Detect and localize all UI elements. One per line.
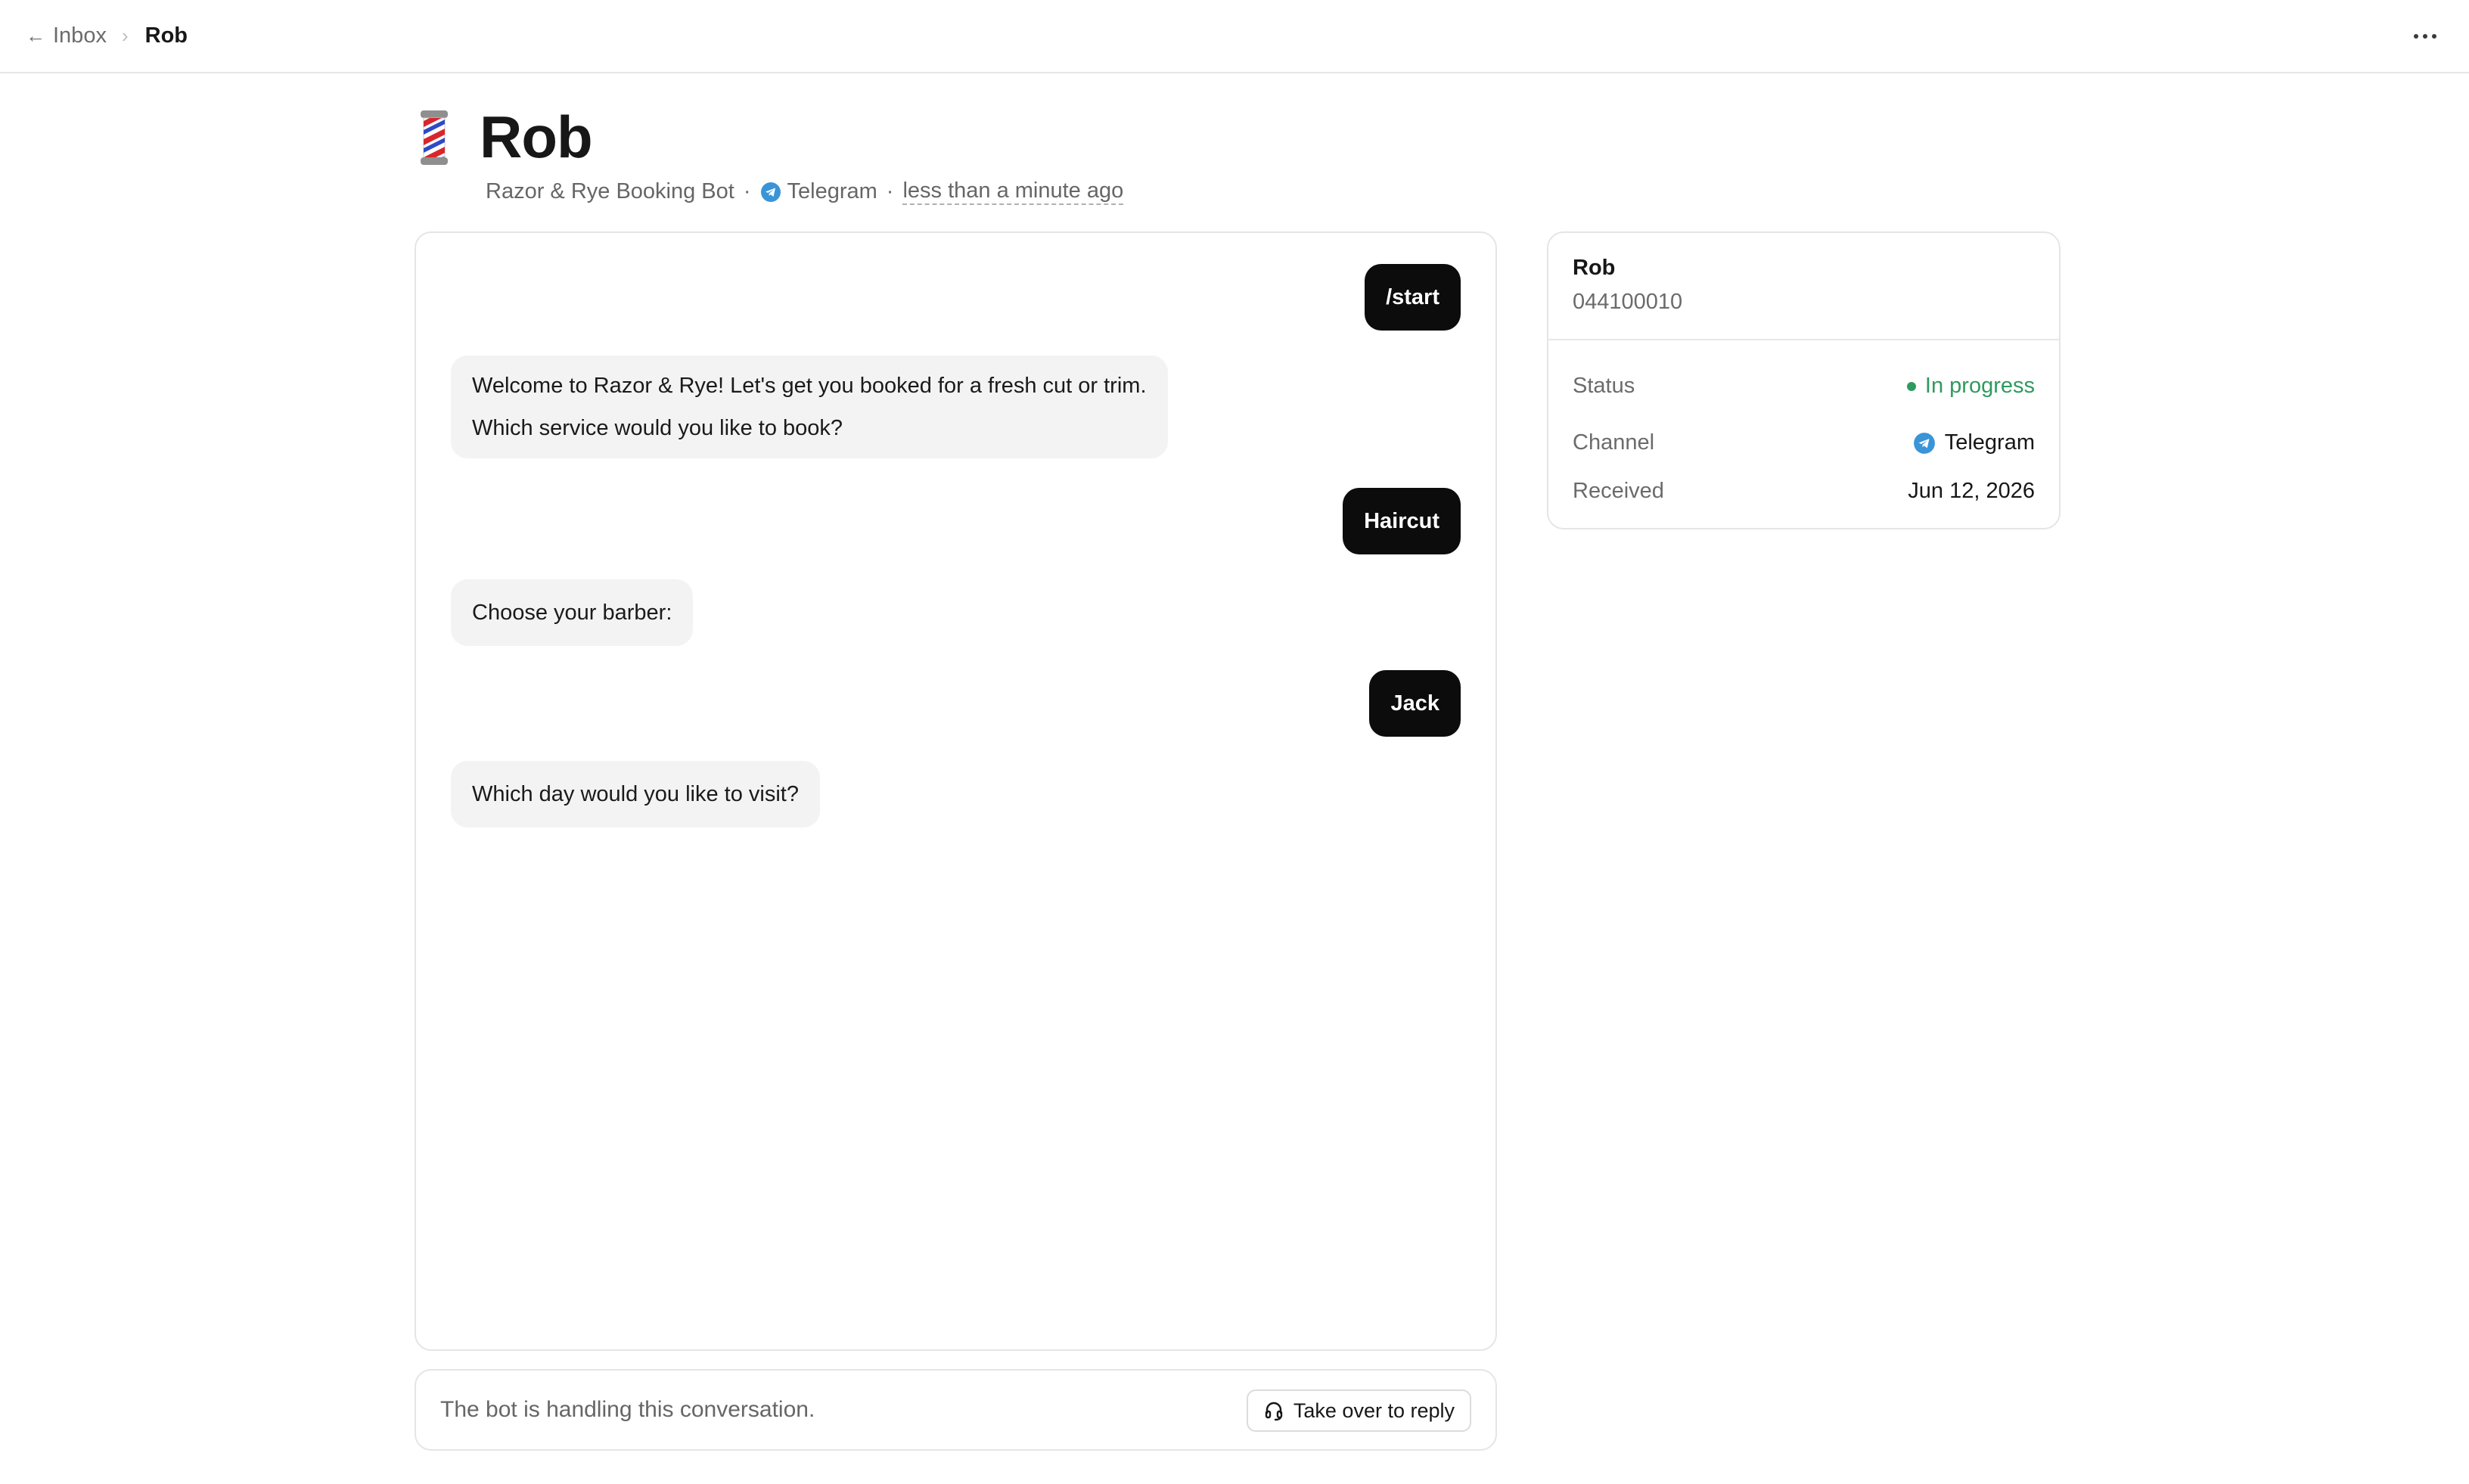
- conversation-header: Rob Razor & Rye Booking Bot · Telegram ·…: [415, 103, 1124, 206]
- card-divider: [1548, 339, 2059, 340]
- breadcrumb: ← Inbox › Rob: [26, 23, 188, 48]
- outgoing-message: Jack: [1369, 670, 1461, 737]
- meta-separator: ·: [886, 179, 894, 204]
- telegram-icon: [1913, 432, 1935, 454]
- headset-icon: [1265, 1402, 1283, 1421]
- channel-name: Telegram: [787, 179, 877, 204]
- status-dot-icon: [1906, 381, 1916, 391]
- status-value: In progress: [1924, 374, 2035, 398]
- barber-pole-icon: [421, 110, 448, 165]
- chat-panel[interactable]: /start Welcome to Razor & Rye! Let's get…: [415, 231, 1497, 1351]
- take-over-label: Take over to reply: [1293, 1399, 1455, 1422]
- take-over-button[interactable]: Take over to reply: [1246, 1389, 1471, 1432]
- handoff-bar: The bot is handling this conversation. T…: [415, 1369, 1497, 1451]
- meta-separator: ·: [743, 179, 751, 204]
- breadcrumb-inbox-label: Inbox: [53, 23, 107, 48]
- contact-phone: 044100010: [1573, 290, 1683, 314]
- chevron-right-icon: ›: [121, 24, 129, 47]
- back-to-inbox-link[interactable]: ← Inbox: [26, 23, 107, 48]
- contact-info-card: Rob 044100010 Status In progress Channel…: [1547, 231, 2061, 529]
- more-dot: [2423, 34, 2427, 39]
- conversation-meta: Razor & Rye Booking Bot · Telegram · les…: [486, 179, 1124, 206]
- status-badge: In progress: [1906, 374, 2035, 399]
- arrow-left-icon: ←: [26, 24, 45, 47]
- channel-value: Telegram: [1944, 430, 2035, 455]
- more-dot: [2432, 34, 2436, 39]
- breadcrumb-current: Rob: [144, 23, 188, 48]
- bot-name: Razor & Rye Booking Bot: [486, 179, 734, 204]
- page-title: Rob: [480, 104, 593, 170]
- channel-label: Channel: [1573, 430, 1655, 455]
- more-options-button[interactable]: [2407, 18, 2443, 54]
- incoming-message: Welcome to Razor & Rye! Let's get you bo…: [451, 355, 1168, 458]
- top-bar: ← Inbox › Rob: [0, 0, 2469, 73]
- message-line: Welcome to Razor & Rye! Let's get you bo…: [472, 374, 1147, 398]
- title-row: Rob: [415, 103, 593, 172]
- status-label: Status: [1573, 374, 1635, 398]
- bot-handling-notice: The bot is handling this conversation.: [440, 1397, 815, 1422]
- more-dot: [2414, 34, 2418, 39]
- channel-value-row: Telegram: [1913, 430, 2035, 455]
- incoming-message: Choose your barber:: [451, 579, 694, 646]
- outgoing-message: /start: [1365, 264, 1461, 331]
- incoming-message: Which day would you like to visit?: [451, 761, 820, 827]
- message-line: Which service would you like to book?: [472, 416, 843, 440]
- telegram-icon: [760, 182, 781, 202]
- received-value: Jun 12, 2026: [1908, 479, 2035, 503]
- contact-name: Rob: [1573, 256, 1616, 280]
- outgoing-message: Haircut: [1343, 488, 1461, 554]
- received-time: less than a minute ago: [902, 179, 1124, 206]
- received-label: Received: [1573, 479, 1664, 503]
